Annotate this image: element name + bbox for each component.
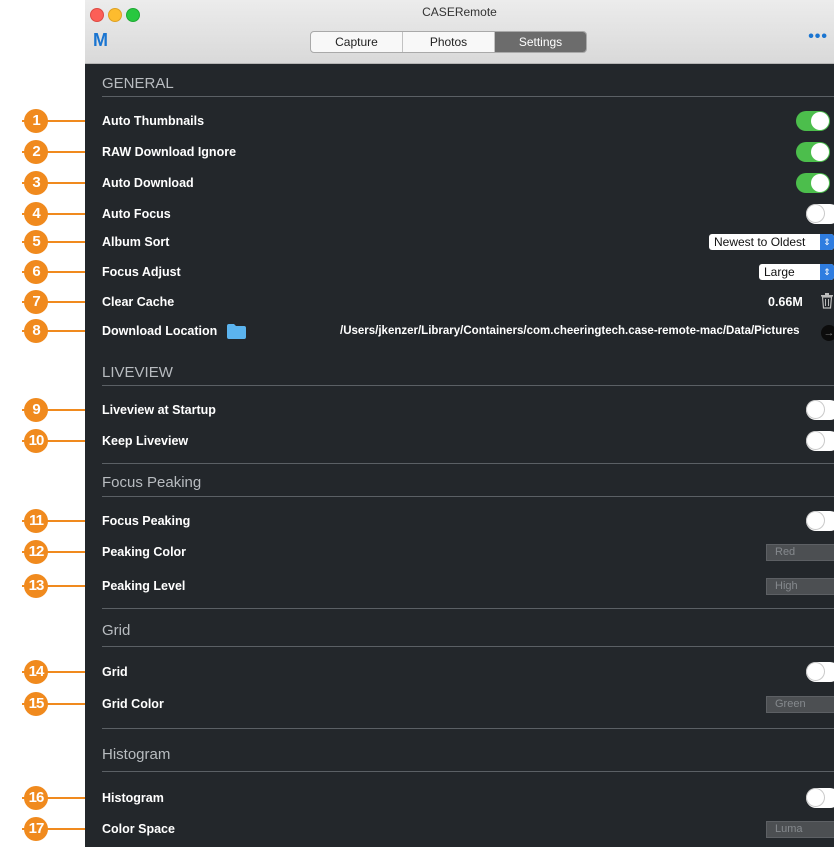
callout-badge: 9 bbox=[24, 398, 48, 422]
callout-badge: 11 bbox=[24, 509, 48, 533]
callout-badge: 13 bbox=[24, 574, 48, 598]
callout-12: 12 bbox=[0, 540, 86, 564]
focus-peaking-toggle[interactable] bbox=[806, 511, 834, 531]
auto-thumbnails-toggle[interactable] bbox=[796, 111, 830, 131]
album-sort-label: Album Sort bbox=[102, 235, 170, 249]
liveview-startup-toggle[interactable] bbox=[806, 400, 834, 420]
raw-download-ignore-label: RAW Download Ignore bbox=[102, 145, 237, 159]
download-location-label: Download Location bbox=[102, 324, 218, 338]
callout-badge: 16 bbox=[24, 786, 48, 810]
callout-badge: 2 bbox=[24, 140, 48, 164]
callout-9: 9 bbox=[0, 398, 86, 422]
callout-badge: 14 bbox=[24, 660, 48, 684]
peaking-color-select[interactable]: Red bbox=[766, 544, 834, 561]
chevron-updown-icon: ⇕ bbox=[820, 264, 834, 280]
grid-color-label: Grid Color bbox=[102, 697, 164, 711]
section-focus-peaking: Focus Peaking bbox=[102, 474, 202, 491]
grid-label: Grid bbox=[102, 665, 128, 679]
callout-16: 16 bbox=[0, 786, 86, 810]
callout-6: 6 bbox=[0, 260, 86, 284]
app-window: CASERemote M Capture Photos Settings •••… bbox=[85, 0, 834, 847]
section-grid: Grid bbox=[102, 622, 131, 639]
liveview-startup-label: Liveview at Startup bbox=[102, 403, 216, 417]
download-path: /Users/jkenzer/Library/Containers/com.ch… bbox=[340, 325, 800, 337]
peaking-level-label: Peaking Level bbox=[102, 579, 186, 593]
divider bbox=[102, 96, 834, 97]
callout-13: 13 bbox=[0, 574, 86, 598]
auto-focus-toggle[interactable] bbox=[806, 204, 834, 224]
section-histogram: Histogram bbox=[102, 746, 171, 763]
focus-adjust-label: Focus Adjust bbox=[102, 265, 181, 279]
chevron-updown-icon: ⇕ bbox=[820, 234, 834, 250]
main-tabs: Capture Photos Settings bbox=[310, 31, 587, 53]
divider bbox=[102, 385, 834, 386]
callout-8: 8 bbox=[0, 319, 86, 343]
callout-badge: 8 bbox=[24, 319, 48, 343]
section-liveview: LIVEVIEW bbox=[102, 364, 173, 381]
callout-4: 4 bbox=[0, 202, 86, 226]
callout-badge: 6 bbox=[24, 260, 48, 284]
title-bar: CASERemote M Capture Photos Settings ••• bbox=[85, 0, 834, 64]
album-sort-select[interactable]: Newest to Oldest ⇕ bbox=[709, 234, 834, 250]
folder-icon[interactable] bbox=[227, 324, 246, 339]
window-title: CASERemote bbox=[422, 5, 497, 19]
callout-badge: 3 bbox=[24, 171, 48, 195]
divider bbox=[102, 463, 834, 464]
peaking-color-label: Peaking Color bbox=[102, 545, 187, 559]
divider bbox=[102, 608, 834, 609]
tab-settings[interactable]: Settings bbox=[495, 32, 586, 52]
callout-badge: 17 bbox=[24, 817, 48, 841]
focus-adjust-value: Large bbox=[764, 265, 795, 279]
divider bbox=[102, 496, 834, 497]
arrow-right-icon[interactable]: → bbox=[821, 325, 834, 341]
focus-peaking-label: Focus Peaking bbox=[102, 514, 191, 528]
cache-size: 0.66M bbox=[768, 295, 803, 309]
auto-thumbnails-label: Auto Thumbnails bbox=[102, 114, 205, 128]
callout-1: 1 bbox=[0, 109, 86, 133]
callout-badge: 1 bbox=[24, 109, 48, 133]
keep-liveview-label: Keep Liveview bbox=[102, 434, 189, 448]
album-sort-value: Newest to Oldest bbox=[714, 235, 806, 249]
clear-cache-label: Clear Cache bbox=[102, 295, 175, 309]
callout-badge: 4 bbox=[24, 202, 48, 226]
auto-download-label: Auto Download bbox=[102, 176, 194, 190]
tab-photos[interactable]: Photos bbox=[403, 32, 495, 52]
callout-10: 10 bbox=[0, 429, 86, 453]
divider bbox=[102, 728, 834, 729]
grid-color-select[interactable]: Green bbox=[766, 696, 834, 713]
callout-7: 7 bbox=[0, 290, 86, 314]
histogram-toggle[interactable] bbox=[806, 788, 834, 808]
callout-badge: 15 bbox=[24, 692, 48, 716]
more-icon[interactable]: ••• bbox=[808, 28, 828, 46]
section-general: GENERAL bbox=[102, 75, 174, 92]
grid-toggle[interactable] bbox=[806, 662, 834, 682]
color-space-select[interactable]: Luma bbox=[766, 821, 834, 838]
auto-download-toggle[interactable] bbox=[796, 173, 830, 193]
focus-adjust-select[interactable]: Large ⇕ bbox=[759, 264, 834, 280]
callout-17: 17 bbox=[0, 817, 86, 841]
trash-icon[interactable] bbox=[820, 293, 834, 309]
divider bbox=[102, 646, 834, 647]
divider bbox=[102, 771, 834, 772]
color-space-label: Color Space bbox=[102, 822, 175, 836]
callout-3: 3 bbox=[0, 171, 86, 195]
callout-5: 5 bbox=[0, 230, 86, 254]
histogram-label: Histogram bbox=[102, 791, 164, 805]
callout-badge: 10 bbox=[24, 429, 48, 453]
callout-14: 14 bbox=[0, 660, 86, 684]
callout-badge: 12 bbox=[24, 540, 48, 564]
peaking-level-select[interactable]: High bbox=[766, 578, 834, 595]
callout-2: 2 bbox=[0, 140, 86, 164]
callout-badge: 7 bbox=[24, 290, 48, 314]
tab-capture[interactable]: Capture bbox=[311, 32, 403, 52]
callout-11: 11 bbox=[0, 509, 86, 533]
app-logo: M bbox=[93, 30, 108, 50]
keep-liveview-toggle[interactable] bbox=[806, 431, 834, 451]
raw-download-ignore-toggle[interactable] bbox=[796, 142, 830, 162]
auto-focus-label: Auto Focus bbox=[102, 207, 171, 221]
callout-badge: 5 bbox=[24, 230, 48, 254]
callout-15: 15 bbox=[0, 692, 86, 716]
